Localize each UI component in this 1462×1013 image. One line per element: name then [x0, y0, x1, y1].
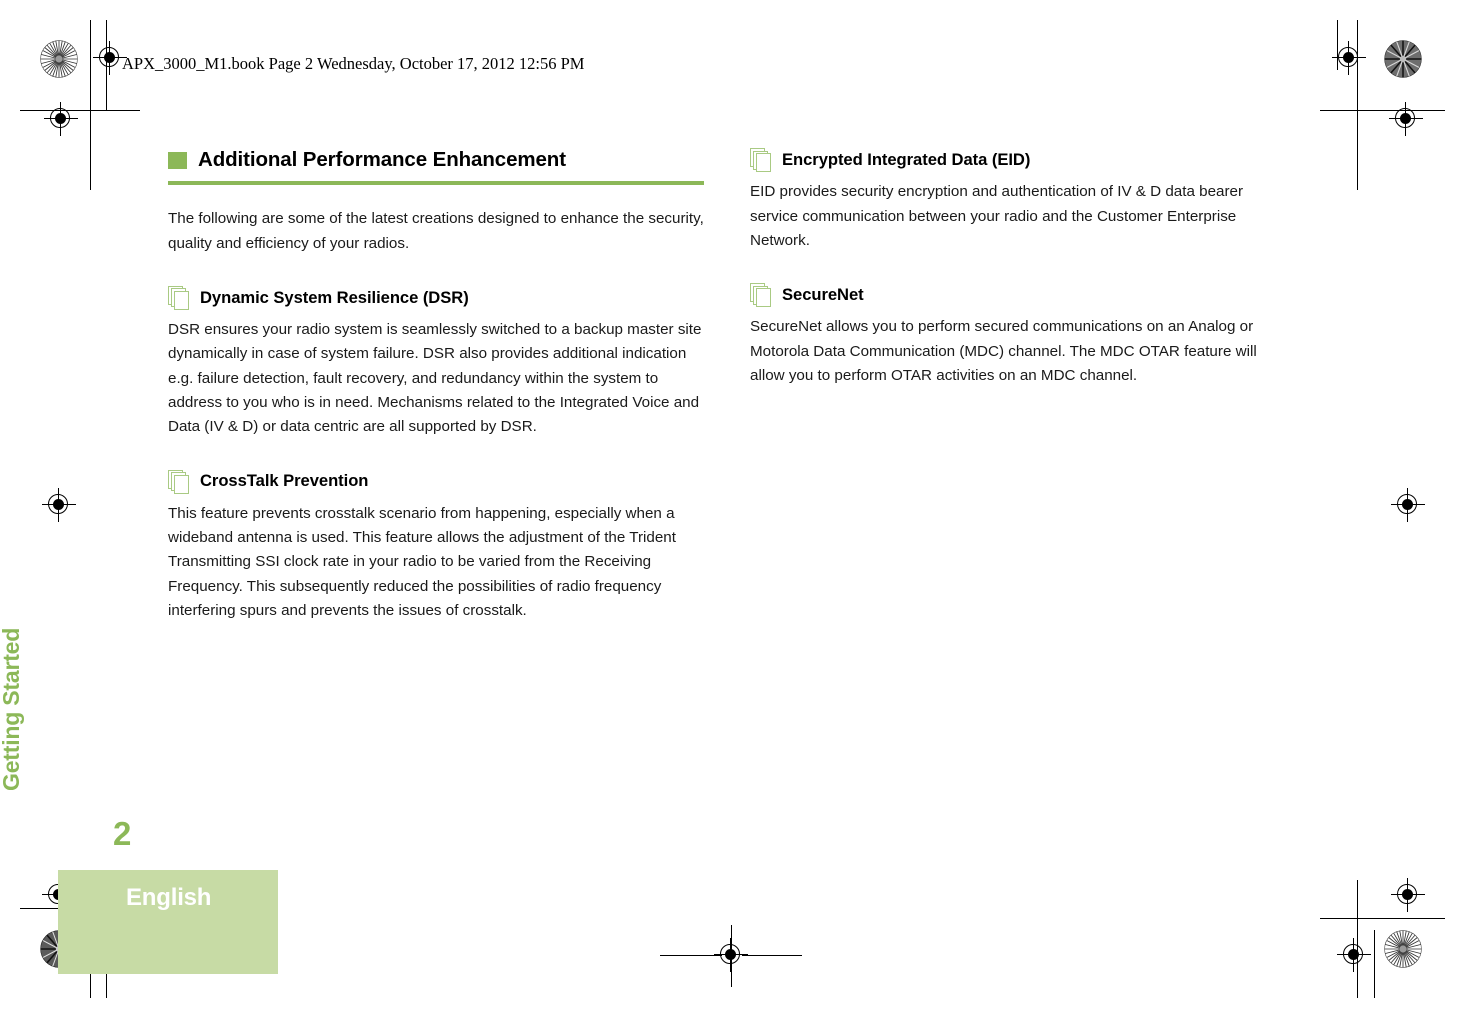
- page-title: Additional Performance Enhancement: [198, 148, 566, 171]
- page-number: 2: [113, 815, 132, 852]
- crop-line-bottom-center-left: [660, 955, 722, 956]
- stacked-pages-icon: [750, 148, 772, 173]
- crop-line-top-left: [20, 110, 140, 111]
- subsection-body: EID provides security encryption and aut…: [750, 183, 1244, 249]
- subsection-heading: SecureNet: [750, 283, 1286, 308]
- subsection-body: DSR ensures your radio system is seamles…: [168, 321, 702, 436]
- subsection-title: CrossTalk Prevention: [200, 471, 369, 491]
- subsection-body: SecureNet allows you to perform secured …: [750, 318, 1257, 384]
- language-label: English: [126, 884, 212, 911]
- subsection-heading: Encrypted Integrated Data (EID): [750, 148, 1286, 173]
- registration-mark-lower-right: [1391, 878, 1425, 912]
- subsection-dsr: Dynamic System Resilience (DSR) DSR ensu…: [168, 285, 704, 440]
- subsection-eid: Encrypted Integrated Data (EID) EID prov…: [750, 148, 1286, 253]
- language-banner: English: [58, 870, 278, 974]
- subsection-heading: Dynamic System Resilience (DSR): [168, 285, 704, 310]
- registration-mark-bottom-right: [1337, 938, 1371, 972]
- stacked-pages-icon: [168, 285, 190, 310]
- rosette-target-top-right: [1384, 40, 1422, 78]
- rosette-target-bottom-right: [1384, 930, 1422, 968]
- document-page: APX_3000_M1.book Page 2 Wednesday, Octob…: [0, 0, 1462, 1013]
- registration-mark-mid-left: [42, 488, 76, 522]
- file-timestamp-header: APX_3000_M1.book Page 2 Wednesday, Octob…: [122, 54, 585, 73]
- crop-line-bottom-right: [1320, 918, 1445, 919]
- registration-mark-bottom-center: [714, 938, 748, 972]
- stacked-pages-icon: [750, 283, 772, 308]
- section-divider-rule: [168, 181, 704, 186]
- rosette-target-top-left: [40, 40, 78, 78]
- section-heading: Additional Performance Enhancement: [168, 148, 704, 172]
- crop-line-top-right: [1320, 110, 1445, 111]
- subsection-heading: CrossTalk Prevention: [168, 469, 704, 494]
- registration-mark-upper-right: [1389, 102, 1423, 136]
- subsection-title: Dynamic System Resilience (DSR): [200, 287, 469, 307]
- subsection-title: Encrypted Integrated Data (EID): [782, 150, 1031, 169]
- crop-line-left-lower: [90, 110, 91, 190]
- registration-mark-top-right: [1332, 41, 1366, 75]
- subsection-crosstalk: CrossTalk Prevention This feature preven…: [168, 469, 704, 623]
- subsection-securenet: SecureNet SecureNet allows you to perfor…: [750, 283, 1286, 388]
- subsection-body: This feature prevents crosstalk scenario…: [168, 504, 676, 619]
- stacked-pages-icon: [168, 469, 190, 494]
- registration-mark-mid-right: [1391, 488, 1425, 522]
- subsection-title: SecureNet: [782, 285, 864, 305]
- crop-line-bottom-center-right: [742, 955, 802, 956]
- section-intro-paragraph: The following are some of the latest cre…: [168, 210, 704, 252]
- registration-mark-upper-left: [44, 102, 78, 136]
- chapter-tab-label: Getting Started: [0, 627, 24, 791]
- crop-line-right-bottom-inner: [1374, 930, 1375, 998]
- left-text-column: Additional Performance Enhancement The f…: [168, 148, 704, 649]
- crop-line-right-lower: [1357, 110, 1358, 190]
- green-square-bullet-icon: [168, 151, 187, 169]
- right-text-column: Encrypted Integrated Data (EID) EID prov…: [750, 148, 1286, 414]
